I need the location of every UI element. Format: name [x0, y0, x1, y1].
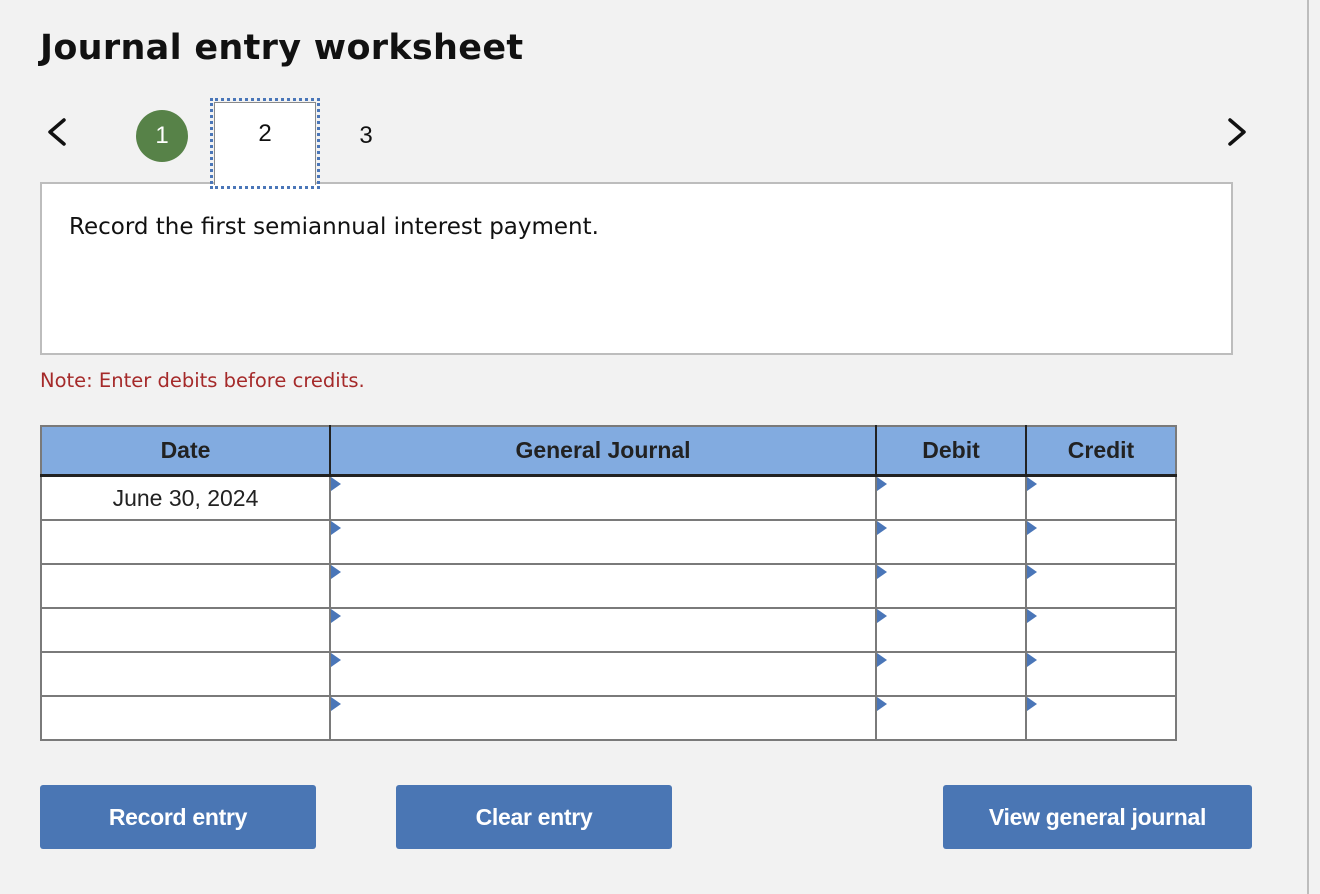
debit-credit-note: Note: Enter debits before credits. — [40, 369, 365, 392]
credit-input[interactable] — [1027, 521, 1175, 563]
account-input[interactable] — [331, 609, 875, 651]
date-cell — [40, 519, 331, 565]
credit-cell — [1025, 695, 1177, 741]
chevron-right-icon — [1228, 118, 1246, 146]
account-input[interactable] — [331, 653, 875, 695]
debit-cell — [875, 474, 1027, 521]
view-general-journal-button[interactable]: View general journal — [943, 785, 1252, 849]
credit-cell — [1025, 607, 1177, 653]
account-input[interactable] — [331, 565, 875, 607]
account-input[interactable] — [331, 521, 875, 563]
page-title: Journal entry worksheet — [40, 28, 524, 68]
credit-cell — [1025, 563, 1177, 609]
debit-cell — [875, 695, 1027, 741]
debit-input[interactable] — [877, 521, 1025, 563]
debit-input[interactable] — [877, 609, 1025, 651]
journal-row — [40, 695, 1177, 741]
journal-row — [40, 607, 1177, 653]
step-2-active-tab[interactable]: 2 — [210, 98, 320, 189]
credit-input[interactable] — [1027, 477, 1175, 519]
journal-entry-table: Date General Journal Debit Credit June 3… — [40, 425, 1177, 741]
date-cell — [40, 695, 331, 741]
debit-cell — [875, 563, 1027, 609]
header-credit: Credit — [1025, 425, 1177, 477]
header-date: Date — [40, 425, 331, 477]
journal-row — [40, 563, 1177, 609]
account-cell — [329, 563, 877, 609]
debit-input[interactable] — [877, 477, 1025, 519]
journal-row — [40, 651, 1177, 697]
account-cell — [329, 474, 877, 521]
account-cell — [329, 695, 877, 741]
date-cell — [40, 607, 331, 653]
step-3-tab[interactable]: 3 — [344, 110, 388, 162]
header-debit: Debit — [875, 425, 1027, 477]
step-1-completed[interactable]: 1 — [136, 110, 188, 162]
debit-input[interactable] — [877, 653, 1025, 695]
date-cell: June 30, 2024 — [40, 474, 331, 521]
debit-input[interactable] — [877, 565, 1025, 607]
journal-row — [40, 519, 1177, 565]
credit-input[interactable] — [1027, 565, 1175, 607]
record-entry-button[interactable]: Record entry — [40, 785, 316, 849]
panel-right-border — [1307, 0, 1309, 894]
credit-cell — [1025, 474, 1177, 521]
account-cell — [329, 651, 877, 697]
account-cell — [329, 519, 877, 565]
account-cell — [329, 607, 877, 653]
next-step-button[interactable] — [1216, 112, 1256, 152]
debit-cell — [875, 607, 1027, 653]
account-input[interactable] — [331, 477, 875, 519]
date-cell — [40, 651, 331, 697]
debit-input[interactable] — [877, 697, 1025, 739]
debit-cell — [875, 651, 1027, 697]
clear-entry-button[interactable]: Clear entry — [396, 785, 672, 849]
instruction-panel: Record the first semiannual interest pay… — [40, 182, 1233, 355]
credit-cell — [1025, 519, 1177, 565]
date-cell — [40, 563, 331, 609]
account-input[interactable] — [331, 697, 875, 739]
previous-step-button[interactable] — [38, 112, 78, 152]
journal-row: June 30, 2024 — [40, 474, 1177, 521]
credit-input[interactable] — [1027, 653, 1175, 695]
header-general-journal: General Journal — [329, 425, 877, 477]
debit-cell — [875, 519, 1027, 565]
instruction-text: Record the first semiannual interest pay… — [69, 214, 599, 240]
credit-input[interactable] — [1027, 609, 1175, 651]
credit-cell — [1025, 651, 1177, 697]
table-header-row: Date General Journal Debit Credit — [40, 425, 1177, 477]
chevron-left-icon — [48, 118, 66, 146]
credit-input[interactable] — [1027, 697, 1175, 739]
